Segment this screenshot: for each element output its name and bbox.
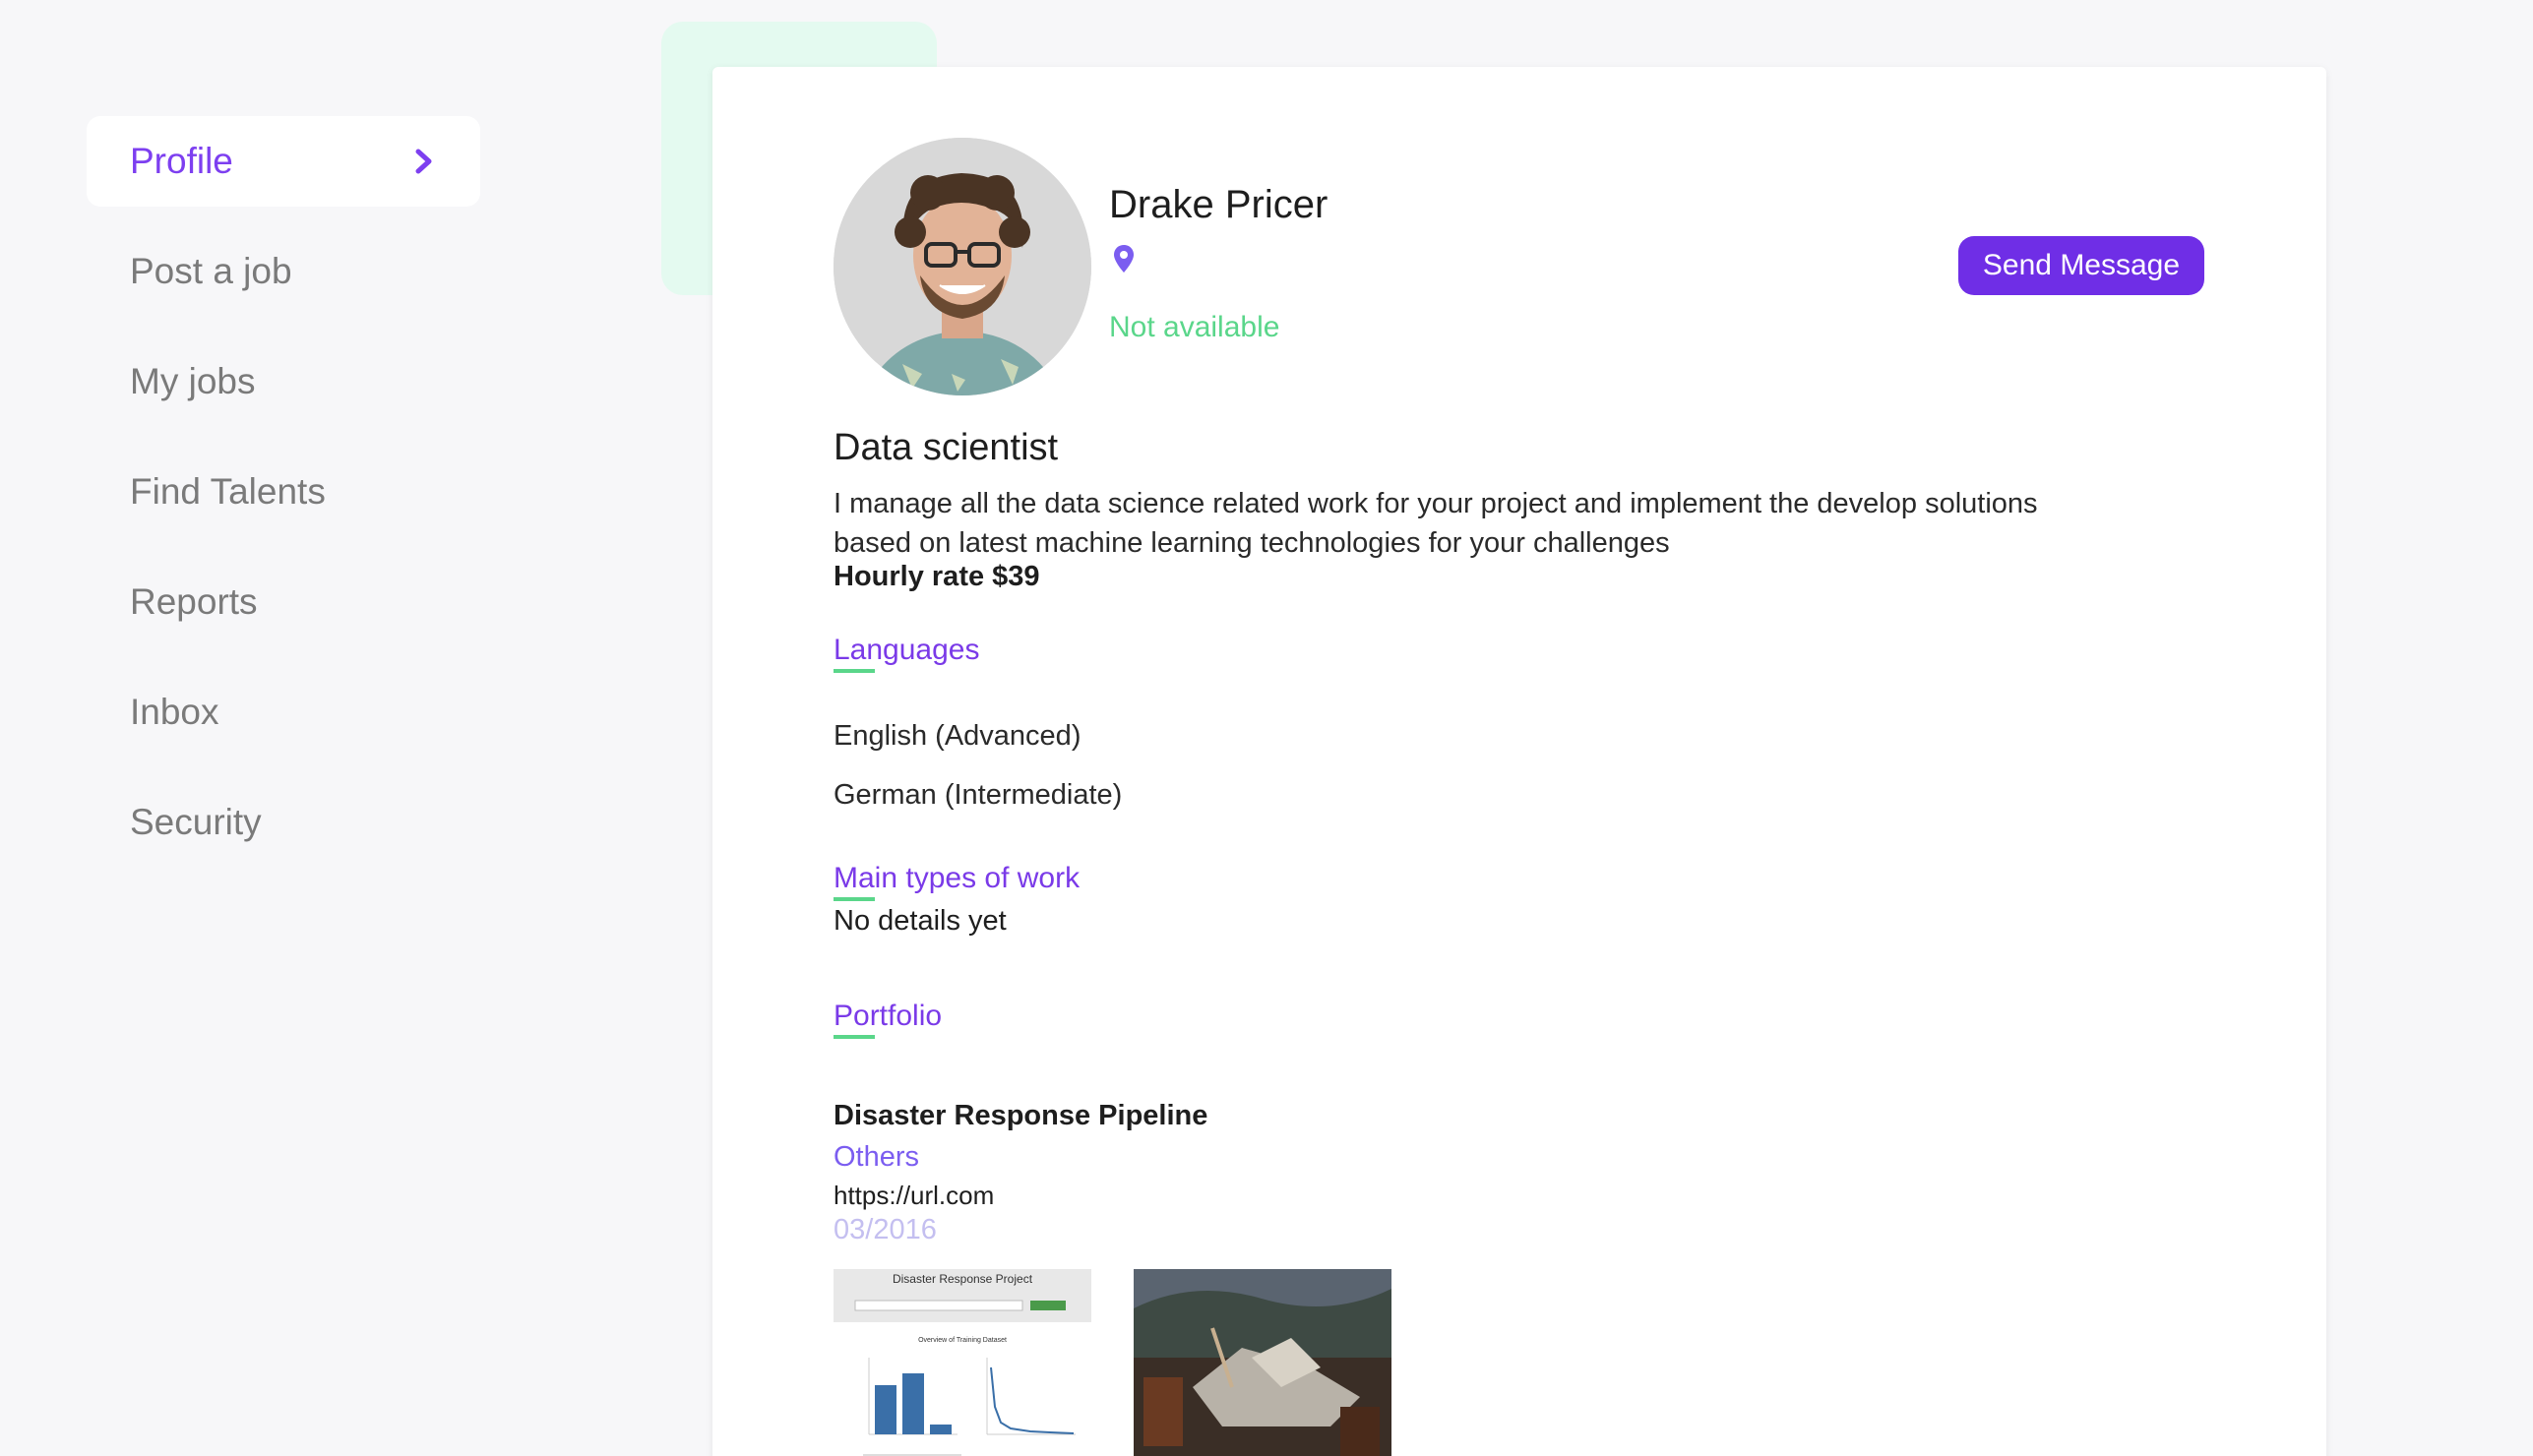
avatar-photo bbox=[834, 138, 1091, 395]
sidebar-item-find-talents[interactable]: Find Talents bbox=[87, 447, 480, 537]
sidebar-item-reports[interactable]: Reports bbox=[87, 557, 480, 647]
project-url[interactable]: https://url.com bbox=[834, 1181, 994, 1211]
chevron-right-icon bbox=[415, 149, 432, 174]
sidebar-item-label: My jobs bbox=[130, 361, 256, 401]
portfolio-thumbnail-photo[interactable] bbox=[1134, 1269, 1391, 1456]
profile-description: I manage all the data science related wo… bbox=[834, 488, 2038, 559]
sidebar-item-label: Security bbox=[130, 802, 262, 842]
sidebar-item-label: Profile bbox=[130, 141, 233, 181]
section-heading-label: Languages bbox=[834, 634, 980, 666]
project-category: Others bbox=[834, 1141, 920, 1173]
location-pin-icon bbox=[1114, 245, 1134, 273]
page: Profile Post a job My jobs Find Talents … bbox=[0, 0, 2533, 1456]
sidebar-item-label: Find Talents bbox=[130, 471, 326, 512]
sidebar-item-my-jobs[interactable]: My jobs bbox=[87, 336, 480, 427]
avatar bbox=[834, 138, 1091, 395]
heading-underline bbox=[834, 897, 875, 901]
profile-name: Drake Pricer bbox=[1109, 183, 1328, 226]
thumbnail-chart-title: Overview of Training Dataset bbox=[918, 1337, 1007, 1344]
hourly-rate: Hourly rate $39 bbox=[834, 561, 1040, 592]
work-types-heading: Main types of work bbox=[834, 862, 1080, 901]
heading-underline bbox=[834, 1035, 875, 1039]
languages-heading: Languages bbox=[834, 634, 979, 673]
send-message-button[interactable]: Send Message bbox=[1958, 236, 2204, 295]
sidebar-item-label: Reports bbox=[130, 581, 258, 622]
profile-card: Drake Pricer Not available Send Message … bbox=[712, 67, 2326, 1456]
language-item: English (Advanced) bbox=[834, 720, 1081, 752]
availability-status: Not available bbox=[1109, 311, 1280, 343]
section-heading-label: Portfolio bbox=[834, 1000, 943, 1032]
sidebar-item-inbox[interactable]: Inbox bbox=[87, 667, 480, 758]
language-item: German (Intermediate) bbox=[834, 779, 1123, 811]
sidebar-item-label: Post a job bbox=[130, 251, 292, 291]
sidebar-item-profile[interactable]: Profile bbox=[87, 116, 480, 207]
sidebar-item-security[interactable]: Security bbox=[87, 777, 480, 868]
portfolio-thumbnail-dashboard[interactable]: Disaster Response Project Overview of Tr… bbox=[834, 1269, 1091, 1456]
heading-underline bbox=[834, 669, 875, 673]
sidebar-item-label: Inbox bbox=[130, 692, 219, 732]
work-types-text: No details yet bbox=[834, 905, 1007, 937]
project-date: 03/2016 bbox=[834, 1214, 937, 1245]
portfolio-heading: Portfolio bbox=[834, 1000, 942, 1039]
sidebar-item-post-a-job[interactable]: Post a job bbox=[87, 226, 480, 317]
thumbnail-caption: Disaster Response Project bbox=[893, 1272, 1033, 1286]
sidebar-nav: Profile Post a job My jobs Find Talents … bbox=[87, 116, 480, 887]
project-title[interactable]: Disaster Response Pipeline bbox=[834, 1100, 1207, 1132]
profile-title: Data scientist bbox=[834, 427, 1059, 468]
section-heading-label: Main types of work bbox=[834, 862, 1081, 894]
